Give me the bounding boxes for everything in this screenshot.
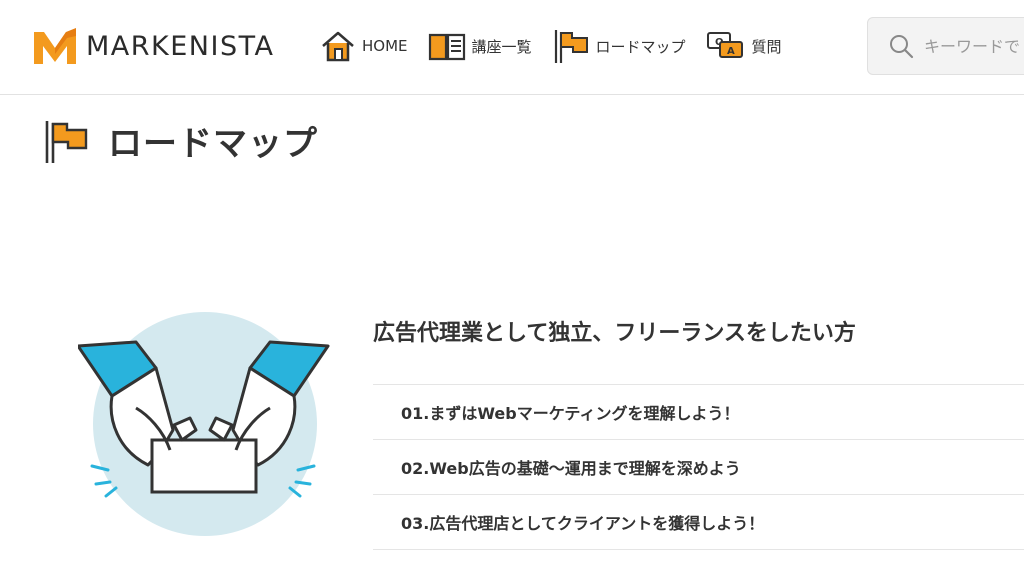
nav-label-roadmap: ロードマップ [595, 37, 686, 56]
nav-label-questions: 質問 [751, 37, 782, 56]
nav-label-home: HOME [362, 37, 408, 55]
logo-mark-icon [34, 28, 76, 64]
svg-text:A: A [727, 46, 735, 57]
logo-text: MARKENISTA [86, 30, 275, 62]
roadmap-steps: 01.まずはWebマーケティングを理解しよう！ 02.Web広告の基礎〜運用まで… [373, 384, 1024, 550]
main-nav: HOME 講座一覧 ロードマップ Q [320, 28, 802, 64]
hands-holding-card-illustration [78, 312, 330, 536]
book-icon [428, 33, 465, 61]
search-input[interactable] [922, 35, 1024, 57]
nav-item-home[interactable]: HOME [320, 29, 408, 63]
nav-item-courses[interactable]: 講座一覧 [428, 30, 532, 62]
site-header: MARKENISTA HOME 講座一覧 ロードマップ A 質問 キーワードで [0, 0, 1024, 95]
page-title: ロードマップ [108, 124, 318, 164]
nav-item-questions[interactable]: Q A 質問 [706, 30, 782, 62]
search-box[interactable] [867, 17, 1024, 75]
nav-label-courses: 講座一覧 [471, 37, 532, 56]
qa-icon: Q A [706, 32, 743, 58]
home-icon [322, 31, 354, 62]
roadmap-step[interactable]: 02.Web広告の基礎〜運用まで理解を深めよう [373, 440, 1024, 495]
page-title-row: ロードマップ [42, 116, 318, 165]
flag-icon [554, 30, 588, 63]
search-icon [890, 35, 914, 59]
roadmap-step[interactable]: 01.まずはWebマーケティングを理解しよう！ [373, 385, 1024, 440]
flag-icon [45, 120, 88, 163]
roadmap-step[interactable]: 03.広告代理店としてクライアントを獲得しよう！ [373, 495, 1024, 550]
logo[interactable]: MARKENISTA [32, 26, 274, 66]
roadmap-title: 広告代理業として独立、フリーランスをしたい方 [373, 321, 856, 346]
nav-item-roadmap[interactable]: ロードマップ [552, 28, 686, 64]
